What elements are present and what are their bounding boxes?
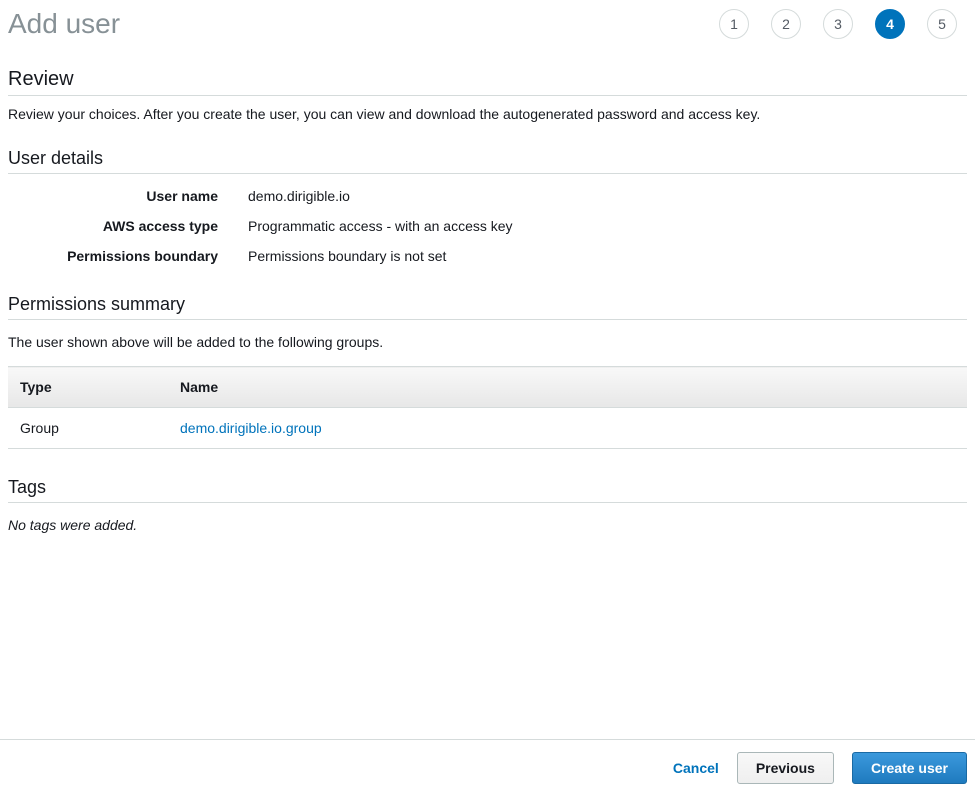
- column-header-type[interactable]: Type: [8, 367, 168, 408]
- cell-name: demo.dirigible.io.group: [168, 408, 967, 449]
- create-user-button[interactable]: Create user: [852, 752, 967, 784]
- detail-label-access-type: AWS access type: [8, 218, 248, 234]
- detail-label-permissions-boundary: Permissions boundary: [8, 248, 248, 264]
- table-header-row: Type Name: [8, 367, 967, 408]
- detail-value-permissions-boundary: Permissions boundary is not set: [248, 248, 967, 264]
- detail-label-username: User name: [8, 188, 248, 204]
- wizard-footer: Cancel Previous Create user: [0, 739, 975, 796]
- review-heading: Review: [8, 68, 967, 96]
- page-title: Add user: [8, 8, 120, 40]
- cell-type: Group: [8, 408, 168, 449]
- cancel-button[interactable]: Cancel: [673, 760, 719, 776]
- permissions-summary-heading: Permissions summary: [8, 294, 967, 320]
- tags-empty-text: No tags were added.: [8, 517, 967, 533]
- table-row: Group demo.dirigible.io.group: [8, 408, 967, 449]
- step-2[interactable]: 2: [771, 9, 801, 39]
- step-3[interactable]: 3: [823, 9, 853, 39]
- user-details-grid: User name demo.dirigible.io AWS access t…: [8, 188, 967, 264]
- wizard-stepper: 1 2 3 4 5: [719, 9, 967, 39]
- step-1[interactable]: 1: [719, 9, 749, 39]
- step-5[interactable]: 5: [927, 9, 957, 39]
- detail-value-access-type: Programmatic access - with an access key: [248, 218, 967, 234]
- user-details-heading: User details: [8, 148, 967, 174]
- detail-value-username: demo.dirigible.io: [248, 188, 967, 204]
- step-4[interactable]: 4: [875, 9, 905, 39]
- group-link[interactable]: demo.dirigible.io.group: [180, 420, 322, 436]
- permissions-table: Type Name Group demo.dirigible.io.group: [8, 366, 967, 449]
- column-header-name[interactable]: Name: [168, 367, 967, 408]
- review-description: Review your choices. After you create th…: [8, 106, 967, 122]
- permissions-summary-description: The user shown above will be added to th…: [8, 334, 967, 350]
- previous-button[interactable]: Previous: [737, 752, 834, 784]
- tags-heading: Tags: [8, 477, 967, 503]
